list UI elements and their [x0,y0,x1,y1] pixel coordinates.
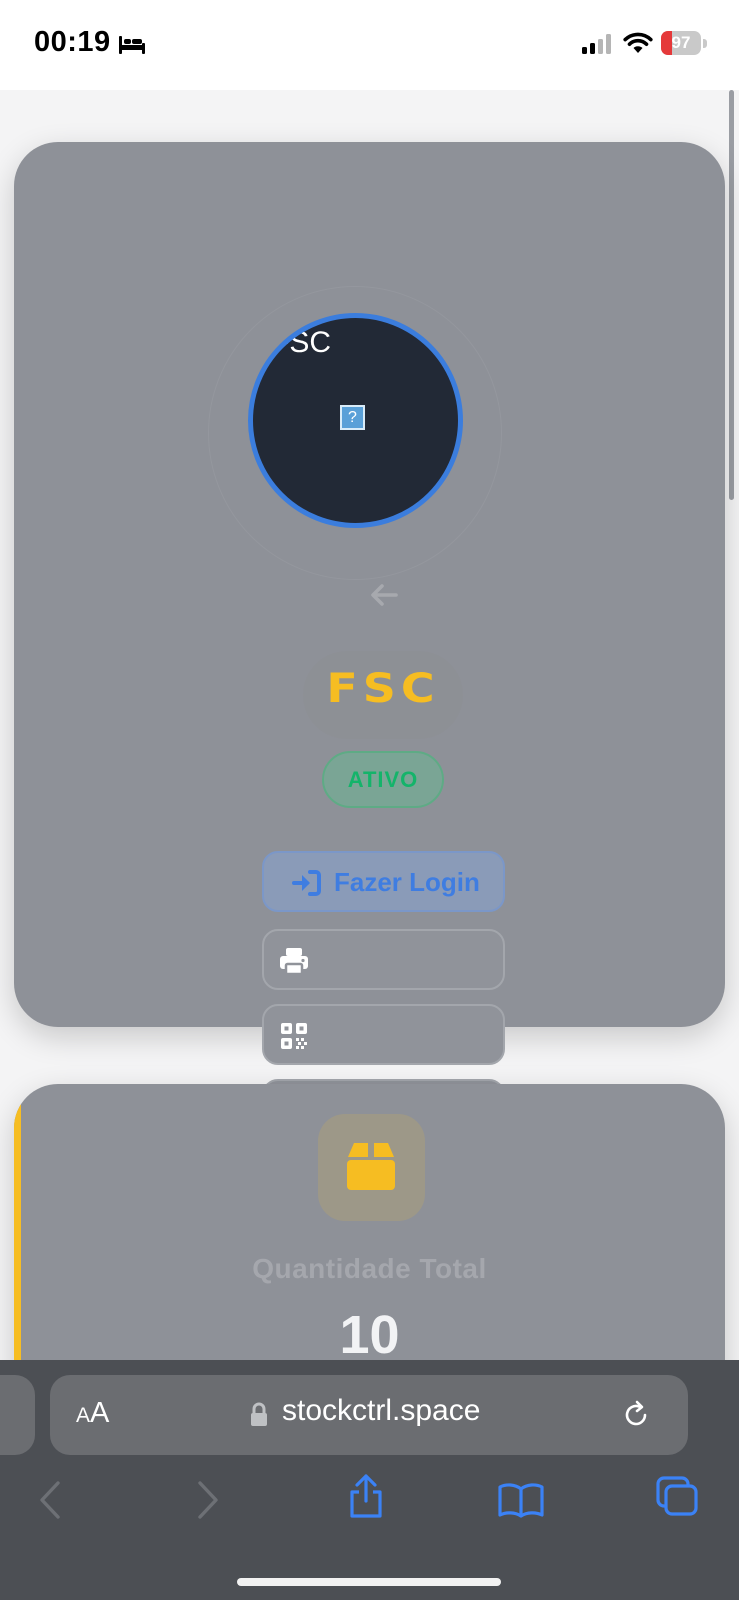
wifi-icon [623,32,653,53]
avatar-alt-text: FSC [271,326,331,359]
browser-toolbar: AA stockctrl.space [0,1360,739,1600]
status-time: 00:19 [34,26,111,58]
reload-icon[interactable] [620,1399,652,1431]
box-icon-container [318,1114,425,1221]
page-scrollbar[interactable] [729,90,734,500]
cellular-signal-icon [582,34,611,54]
login-button[interactable]: Fazer Login [262,851,505,912]
quantity-value: 10 [339,1305,400,1365]
quantity-label: Quantidade Total [252,1253,487,1284]
share-icon[interactable] [346,1473,386,1519]
product-logo-text: FSC [326,664,440,712]
text-size-button[interactable]: AA [76,1397,109,1430]
login-button-label: Fazer Login [334,867,480,897]
status-badge: ATIVO [322,751,444,808]
battery-icon: 97 [661,31,707,57]
product-avatar: FSC ? [248,313,463,528]
bed-icon [119,36,145,54]
print-button[interactable] [262,929,505,990]
product-logo: FSC [303,651,463,739]
previous-tab-preview[interactable] [0,1375,35,1455]
tabs-icon[interactable] [655,1475,699,1517]
sign-in-icon [292,870,321,896]
product-card: FSC ? FSC ATIVO Fazer Login [14,142,725,1140]
qrcode-button[interactable] [262,1004,505,1065]
box-icon [347,1143,395,1190]
lock-icon [251,1402,267,1426]
battery-percent: 97 [671,33,691,52]
home-indicator[interactable] [237,1578,501,1586]
status-bar: 00:19 97 [0,0,739,90]
bookmarks-icon[interactable] [497,1482,545,1518]
back-arrow-icon[interactable] [369,582,399,608]
url-text: stockctrl.space [282,1394,481,1427]
broken-image-icon: ? [340,405,365,430]
forward-icon[interactable] [196,1480,220,1520]
address-bar[interactable]: AA stockctrl.space [50,1375,688,1455]
qrcode-icon [281,1023,307,1049]
back-icon[interactable] [38,1480,62,1520]
print-icon [280,948,308,976]
